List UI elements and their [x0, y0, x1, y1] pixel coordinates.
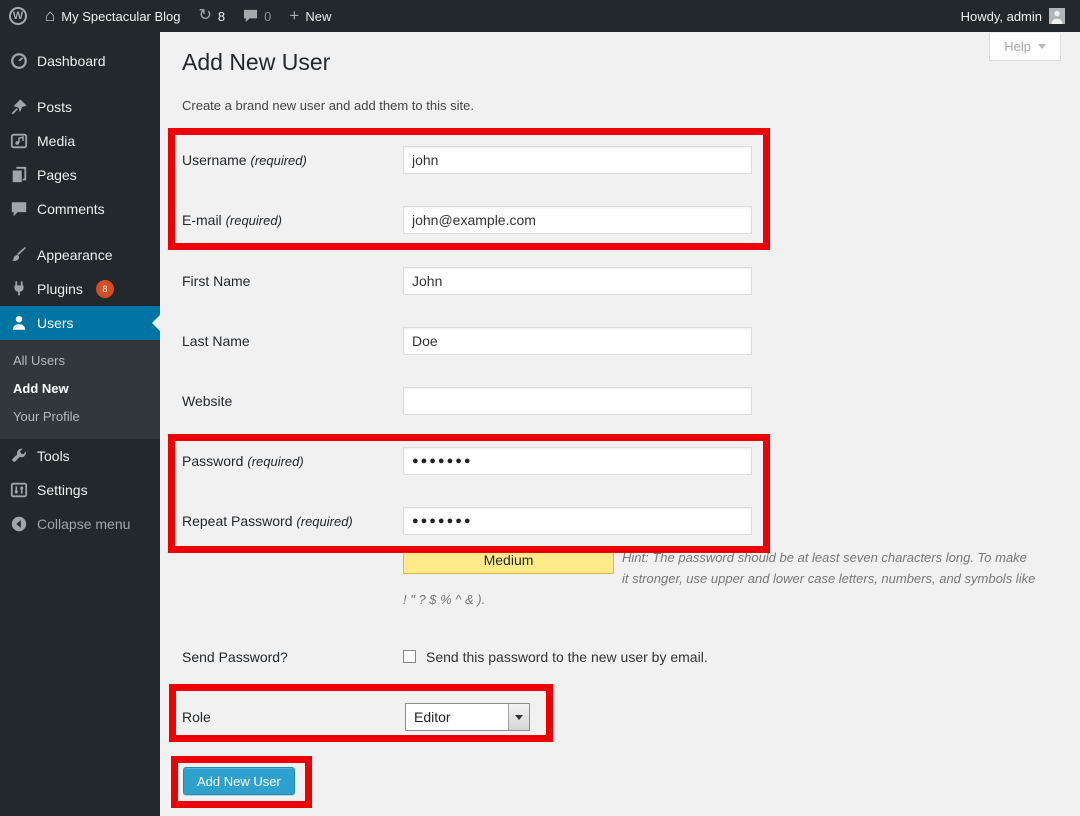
updates-count: 8	[218, 9, 225, 24]
admin-sidebar: Dashboard Posts Media Pages Comments	[0, 32, 160, 816]
help-button[interactable]: Help	[989, 33, 1061, 61]
last-name-label: Last Name	[182, 333, 250, 349]
sidebar-label: Settings	[37, 482, 88, 498]
main-content: Help Add New User Create a brand new use…	[160, 32, 1080, 816]
plugins-icon	[10, 280, 28, 298]
repeat-password-label: Repeat Password (required)	[182, 513, 353, 530]
collapse-menu-icon	[10, 515, 28, 533]
send-password-checkbox[interactable]	[403, 650, 416, 663]
role-selected-value: Editor	[406, 704, 508, 730]
submenu-item-your-profile[interactable]: Your Profile	[0, 403, 160, 431]
wordpress-logo-icon: W	[9, 7, 27, 25]
sidebar-label: Posts	[37, 99, 72, 115]
select-dropdown-button[interactable]	[508, 704, 529, 730]
sidebar-label: Collapse menu	[37, 516, 130, 532]
plus-icon: +	[289, 7, 299, 24]
page-subtitle: Create a brand new user and add them to …	[182, 98, 474, 113]
page-title: Add New User	[182, 48, 330, 77]
website-label: Website	[182, 393, 232, 409]
sidebar-label: Appearance	[37, 247, 113, 263]
email-input[interactable]	[403, 206, 752, 234]
comments-icon	[10, 200, 28, 218]
sidebar-label: Tools	[37, 448, 70, 464]
users-submenu: All Users Add New Your Profile	[0, 340, 160, 439]
chevron-down-icon	[515, 715, 523, 724]
sidebar-item-plugins[interactable]: Plugins 8	[0, 272, 160, 306]
role-label: Role	[182, 709, 211, 725]
wordpress-logo-button[interactable]: W	[0, 0, 36, 32]
sidebar-item-posts[interactable]: Posts	[0, 90, 160, 124]
sidebar-item-appearance[interactable]: Appearance	[0, 238, 160, 272]
updates-menu[interactable]: ↻ 8	[190, 0, 235, 32]
role-select[interactable]: Editor	[405, 703, 530, 731]
sidebar-item-dashboard[interactable]: Dashboard	[0, 44, 160, 78]
users-icon	[10, 314, 28, 332]
username-label: Username (required)	[182, 152, 307, 169]
email-label: E-mail (required)	[182, 212, 282, 229]
howdy-label: Howdy, admin	[961, 9, 1042, 24]
sidebar-label: Comments	[37, 201, 105, 217]
sidebar-item-collapse-menu[interactable]: Collapse menu	[0, 507, 160, 541]
submenu-item-all-users[interactable]: All Users	[0, 347, 160, 375]
comment-bubble-icon	[243, 9, 258, 23]
sidebar-item-tools[interactable]: Tools	[0, 439, 160, 473]
send-password-checkbox-label: Send this password to the new user by em…	[426, 649, 708, 665]
pages-icon	[10, 166, 28, 184]
posts-icon	[10, 98, 28, 116]
sidebar-label: Plugins	[37, 281, 83, 297]
new-label: New	[305, 9, 331, 24]
first-name-label: First Name	[182, 273, 250, 289]
new-content-menu[interactable]: + New	[280, 0, 340, 32]
dashboard-icon	[10, 52, 28, 70]
submenu-item-add-new[interactable]: Add New	[0, 375, 160, 403]
sidebar-item-comments[interactable]: Comments	[0, 192, 160, 226]
send-password-label: Send Password?	[182, 649, 288, 665]
home-icon: ⌂	[45, 7, 55, 24]
password-input[interactable]	[403, 447, 752, 475]
add-new-user-button[interactable]: Add New User	[183, 767, 295, 795]
website-input[interactable]	[403, 387, 752, 415]
site-name-menu[interactable]: ⌂ My Spectacular Blog	[36, 0, 190, 32]
site-name-label: My Spectacular Blog	[61, 9, 180, 24]
password-hint: Medium Hint: The password should be at l…	[403, 547, 1037, 610]
account-menu[interactable]: Howdy, admin	[961, 0, 1080, 32]
updates-icon: ↻	[199, 8, 212, 24]
last-name-input[interactable]	[403, 327, 752, 355]
sidebar-item-media[interactable]: Media	[0, 124, 160, 158]
sidebar-item-settings[interactable]: Settings	[0, 473, 160, 507]
plugins-update-badge: 8	[96, 280, 114, 298]
comments-count: 0	[264, 9, 271, 24]
sidebar-label: Users	[37, 315, 74, 331]
username-input[interactable]	[403, 146, 752, 174]
sidebar-label: Dashboard	[37, 53, 106, 69]
comments-menu[interactable]: 0	[234, 0, 280, 32]
sidebar-item-users[interactable]: Users	[0, 306, 160, 340]
first-name-input[interactable]	[403, 267, 752, 295]
avatar	[1049, 8, 1065, 24]
sidebar-label: Media	[37, 133, 75, 149]
appearance-icon	[10, 246, 28, 264]
media-icon	[10, 132, 28, 150]
password-label: Password (required)	[182, 453, 304, 470]
help-label: Help	[1004, 39, 1031, 54]
repeat-password-input[interactable]	[403, 507, 752, 535]
password-strength-indicator: Medium	[403, 547, 614, 574]
tools-icon	[10, 447, 28, 465]
settings-icon	[10, 481, 28, 499]
sidebar-label: Pages	[37, 167, 77, 183]
admin-bar: W ⌂ My Spectacular Blog ↻ 8 0 + New Howd…	[0, 0, 1080, 32]
sidebar-item-pages[interactable]: Pages	[0, 158, 160, 192]
chevron-down-icon	[1038, 44, 1046, 53]
